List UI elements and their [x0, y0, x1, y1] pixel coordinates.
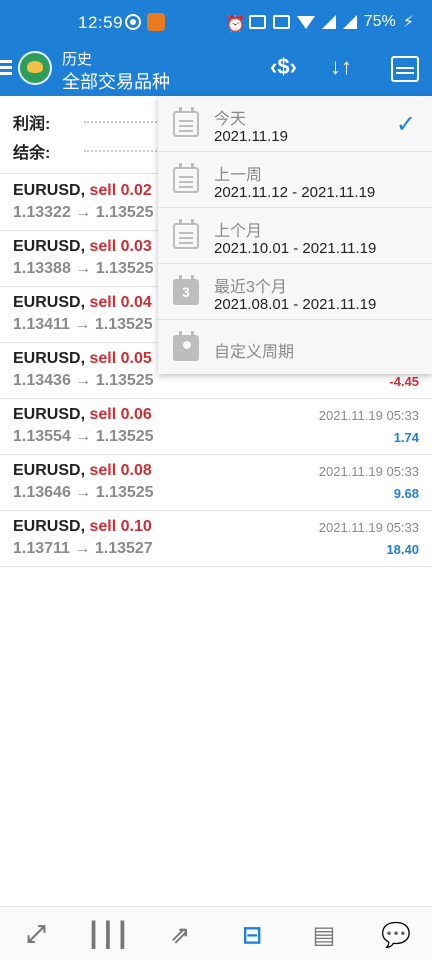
currency-exchange-icon[interactable]: ‹$›: [270, 54, 297, 80]
alarm-icon: ⏰: [225, 16, 246, 33]
history-icon: ⊟: [241, 922, 263, 949]
trade-prices: 1.13554 → 1.13525: [13, 428, 154, 445]
period-option[interactable]: 今天 2021.11.19 ✓: [158, 96, 432, 152]
app-notification-icon: [147, 13, 165, 31]
period-option[interactable]: 自定义周期: [158, 320, 432, 376]
calendar-month-icon: [173, 219, 199, 249]
app-bar: 历史 全部交易品种 ‹$› ↓↑: [0, 44, 432, 96]
trade-profit: 9.68: [393, 486, 419, 501]
period-option[interactable]: 3 最近3个月 2021.08.01 - 2021.11.19: [158, 264, 432, 320]
battery-level: 75%: [363, 13, 396, 30]
status-time: 12:59: [78, 13, 124, 32]
news-icon: ▤: [312, 922, 336, 949]
check-icon: ✓: [395, 111, 416, 138]
trade-profit: -4.45: [389, 374, 419, 389]
status-bar: 12:59 ⏰ 75% ⚡: [0, 0, 432, 44]
nav-messages[interactable]: 💬: [360, 907, 432, 960]
nfc-icon: [272, 15, 290, 29]
trade-symbol: EURUSD,: [13, 406, 86, 423]
symbol-filter-title[interactable]: 全部交易品种: [62, 68, 170, 94]
trade-symbol: EURUSD,: [13, 182, 86, 199]
nav-trade[interactable]: ⇗: [144, 907, 216, 960]
nav-news[interactable]: ▤: [288, 907, 360, 960]
quotes-icon: ⤢: [26, 921, 46, 948]
trade-symbol-side: EURUSD, sell 0.06: [13, 406, 152, 424]
trade-row[interactable]: EURUSD, sell 0.08 1.13646 → 1.13525 2021.1…: [0, 455, 432, 511]
bottom-nav: ⤢ ┃┃┃ ⇗ ⊟ ▤ 💬: [0, 906, 432, 960]
trade-prices: 1.13436 → 1.13525: [13, 372, 154, 389]
trade-symbol: EURUSD,: [13, 238, 86, 255]
trade-side: sell 0.10: [89, 518, 152, 535]
trade-date: 2021.11.19 05:33: [318, 464, 419, 479]
calendar-custom-icon: [173, 331, 199, 361]
trade-icon: ⇗: [169, 922, 191, 949]
trade-side: sell 0.02: [89, 182, 152, 199]
cast-icon: [248, 15, 266, 29]
signal-icon: [321, 15, 336, 29]
period-label: 今天: [214, 111, 247, 128]
nav-quotes[interactable]: ⤢: [0, 907, 72, 960]
period-label: 上个月: [214, 223, 263, 240]
nav-history[interactable]: ⊟: [216, 907, 288, 960]
nav-chart[interactable]: ┃┃┃: [72, 907, 144, 960]
period-range: 2021.11.19: [214, 128, 288, 145]
messages-icon: 💬: [381, 922, 411, 949]
trade-date: 2021.11.19 05:33: [318, 520, 419, 535]
period-dropdown: 今天 2021.11.19 ✓ 上一周 2021.11.12 - 2021.11.19 上…: [158, 96, 432, 374]
signal-icon-2: [342, 15, 357, 29]
trade-symbol-side: EURUSD, sell 0.10: [13, 518, 152, 536]
trade-profit: 1.74: [393, 430, 419, 445]
record-icon: [125, 14, 141, 30]
balance-leader: [84, 150, 164, 152]
trade-symbol-side: EURUSD, sell 0.05: [13, 350, 152, 368]
trade-prices: 1.13411 → 1.13525: [13, 316, 153, 333]
chart-icon: ┃┃┃: [86, 922, 130, 949]
trade-symbol-side: EURUSD, sell 0.08: [13, 462, 152, 480]
trade-side: sell 0.08: [89, 462, 152, 479]
period-label: 自定义周期: [214, 344, 295, 361]
status-right-icons: ⏰ 75% ⚡: [225, 12, 414, 33]
period-range: 2021.11.12 - 2021.11.19: [214, 184, 376, 201]
trade-row[interactable]: EURUSD, sell 0.06 1.13554 → 1.13525 2021.1…: [0, 399, 432, 455]
period-option[interactable]: 上个月 2021.10.01 - 2021.11.19: [158, 208, 432, 264]
top-bar: 12:59 ⏰ 75% ⚡ 历史 全部交易品种 ‹$› ↓↑: [0, 0, 432, 96]
profit-leader: [84, 121, 164, 123]
trade-symbol: EURUSD,: [13, 294, 86, 311]
sort-icon[interactable]: ↓↑: [330, 54, 352, 80]
trade-symbol-side: EURUSD, sell 0.03: [13, 238, 152, 256]
charging-icon: ⚡: [402, 14, 414, 31]
trade-symbol: EURUSD,: [13, 462, 86, 479]
trade-symbol: EURUSD,: [13, 518, 86, 535]
trade-side: sell 0.03: [89, 238, 152, 255]
trade-side: sell 0.04: [89, 294, 152, 311]
status-left-icons: [125, 13, 165, 31]
trade-symbol: EURUSD,: [13, 350, 86, 367]
profit-label: 利润:: [13, 116, 51, 133]
calendar-3-months-icon: 3: [173, 275, 199, 305]
trade-row[interactable]: EURUSD, sell 0.10 1.13711 → 1.13527 2021.1…: [0, 511, 432, 567]
period-label: 上一周: [214, 167, 263, 184]
trade-date: 2021.11.19 05:33: [318, 408, 419, 423]
trade-prices: 1.13711 → 1.13527: [13, 540, 153, 557]
wifi-icon: [296, 15, 315, 29]
period-label: 最近3个月: [214, 279, 287, 296]
trade-profit: 18.40: [386, 542, 419, 557]
period-range: 2021.10.01 - 2021.11.19: [214, 240, 377, 257]
menu-icon[interactable]: [0, 60, 12, 76]
app-logo: [18, 51, 52, 85]
balance-label: 结余:: [13, 145, 51, 162]
trade-side: sell 0.05: [89, 350, 152, 367]
trade-prices: 1.13646 → 1.13525: [13, 484, 154, 501]
trade-prices: 1.13388 → 1.13525: [13, 260, 154, 277]
trade-symbol-side: EURUSD, sell 0.04: [13, 294, 152, 312]
calendar-week-icon: [173, 163, 199, 193]
trade-side: sell 0.06: [89, 406, 152, 423]
calendar-day-icon: [173, 107, 199, 137]
period-range: 2021.08.01 - 2021.11.19: [214, 296, 377, 313]
calendar-icon[interactable]: [391, 56, 419, 82]
trade-symbol-side: EURUSD, sell 0.02: [13, 182, 152, 200]
page-subtitle: 历史: [62, 51, 93, 68]
trade-prices: 1.13322 → 1.13525: [13, 204, 154, 221]
period-option[interactable]: 上一周 2021.11.12 - 2021.11.19: [158, 152, 432, 208]
